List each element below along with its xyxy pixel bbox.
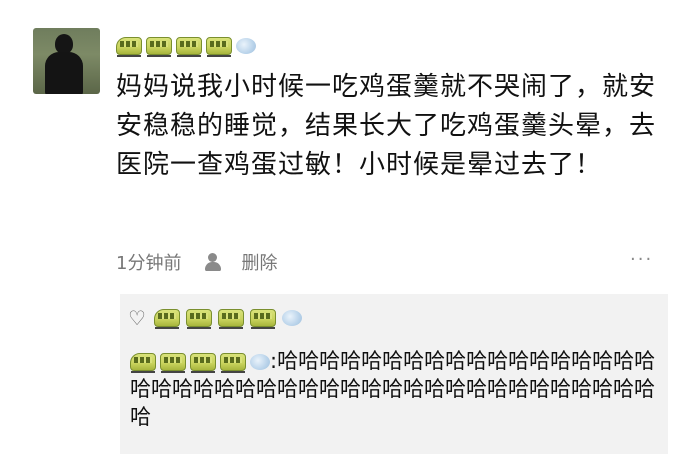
visibility-person-icon[interactable] [203, 252, 223, 272]
more-options-icon[interactable]: ··· [630, 251, 653, 269]
likes-row: ♡ [126, 306, 302, 330]
steam-emoji-icon [236, 38, 256, 54]
post-meta: 1分钟前 删除 [116, 249, 277, 275]
train-emoji-icon [206, 37, 232, 57]
comment-item[interactable]: :哈哈哈哈哈哈哈哈哈哈哈哈哈哈哈哈哈哈哈哈哈哈哈哈哈哈哈哈哈哈哈哈哈哈哈哈哈哈哈… [130, 347, 665, 431]
train-emoji-icon [130, 353, 156, 373]
train-emoji-icon [146, 37, 172, 57]
heart-outline-icon[interactable]: ♡ [126, 306, 148, 330]
train-emoji-icon [154, 309, 180, 329]
author-nickname[interactable] [116, 37, 256, 57]
post-text: 妈妈说我小时候一吃鸡蛋羹就不哭闹了，就安安稳稳的睡觉，结果长大了吃鸡蛋羹头晕，去… [116, 72, 657, 180]
train-emoji-icon [220, 353, 246, 373]
train-emoji-icon [116, 37, 142, 57]
train-emoji-icon [160, 353, 186, 373]
train-emoji-icon [176, 37, 202, 57]
avatar-silhouette-head [55, 34, 73, 54]
steam-emoji-icon [282, 310, 302, 326]
train-emoji-icon [190, 353, 216, 373]
train-emoji-icon [186, 309, 212, 329]
commenter-nickname[interactable] [130, 353, 270, 373]
post-time: 1分钟前 [116, 253, 182, 274]
avatar-silhouette-body [45, 52, 83, 94]
delete-button[interactable]: 删除 [241, 249, 277, 275]
train-emoji-icon [218, 309, 244, 329]
train-emoji-icon [250, 309, 276, 329]
steam-emoji-icon [250, 354, 270, 370]
avatar[interactable] [33, 28, 100, 94]
